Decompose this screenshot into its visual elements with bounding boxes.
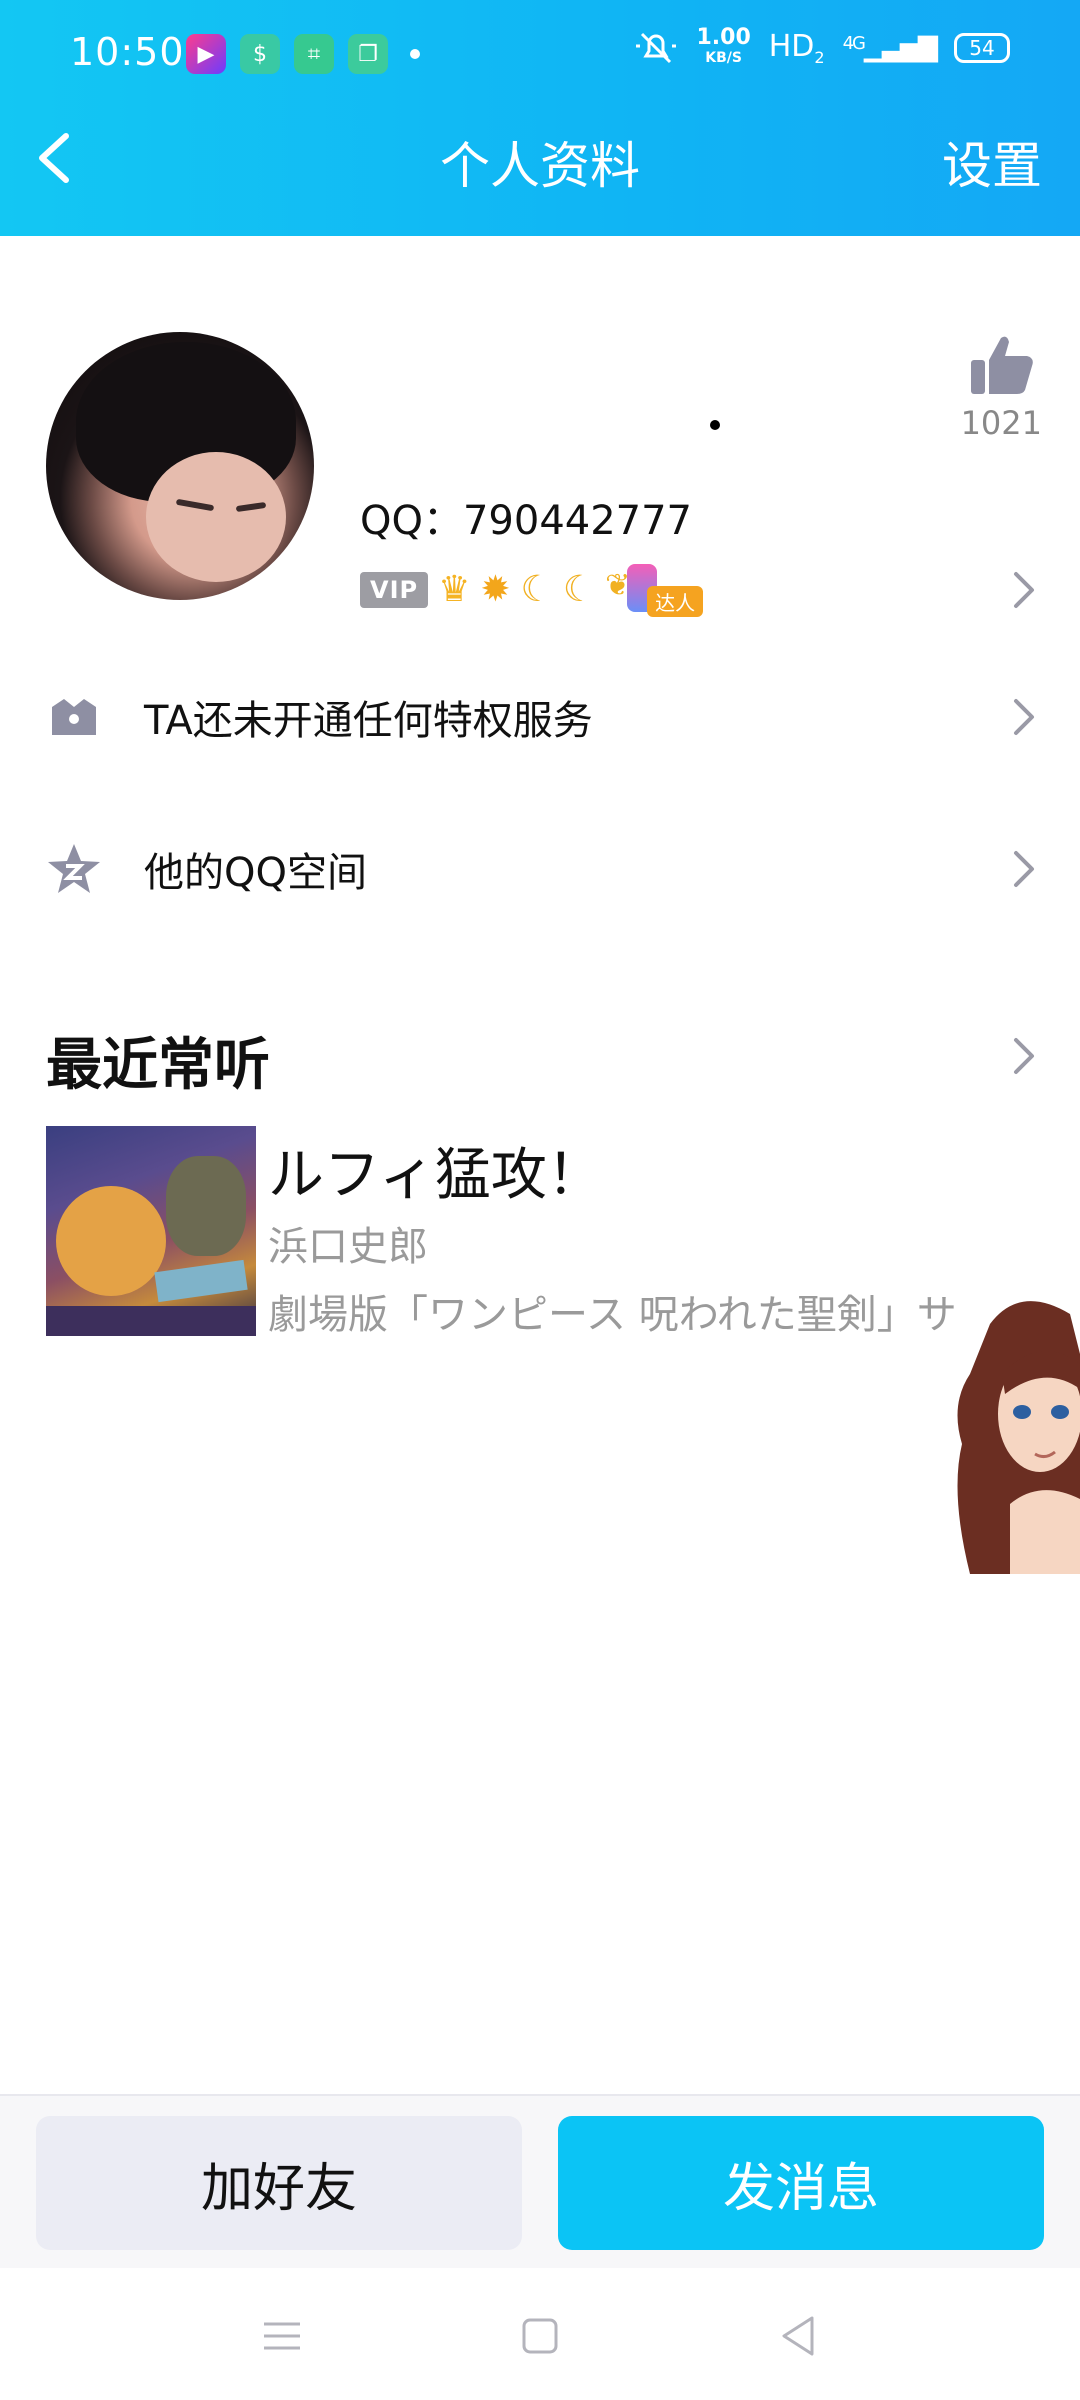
qq-number: QQ：790442777 [360,498,693,544]
crown-shield-icon [46,689,102,745]
chevron-right-icon[interactable] [1008,568,1038,612]
hd-label: HD [768,29,815,64]
moon-icon: ☾ [520,569,553,610]
cover-shape [166,1156,246,1256]
chevron-right-icon [1014,699,1034,735]
settings-button[interactable]: 设置 [942,126,1042,198]
action-bar: 加好友 发消息 [0,2094,1080,2268]
wallet-app-icon: $ [240,34,280,74]
hd-sub: 2 [814,48,825,67]
daren-tag: 达人 [647,586,704,617]
qzone-star-icon [46,841,102,897]
net-speed: 1.00 KB/S [696,25,751,68]
menu-icon[interactable] [254,2308,310,2364]
send-message-button[interactable]: 发消息 [558,2116,1044,2250]
like-button[interactable] [962,332,1042,402]
song-album: 劇場版「ワンピース 呪われた聖剣」サ [268,1292,957,1338]
floating-mascot[interactable] [950,1294,1080,1574]
home-icon[interactable] [512,2308,568,2364]
add-friend-button[interactable]: 加好友 [36,2116,522,2250]
song-title[interactable]: ルフィ猛攻！ [268,1130,603,1211]
back-triangle-icon[interactable] [770,2308,826,2364]
more-notifications-dot [410,49,420,59]
battery-level: 54 [969,36,995,60]
qzone-label: 他的QQ空间 [144,850,367,896]
nickname-dot [710,420,720,430]
song-artist: 浜口史郎 [268,1224,428,1270]
hd-indicator: HD2 [769,29,825,67]
privilege-label: TA还未开通任何特权服务 [144,698,593,744]
like-count: 1021 [960,404,1042,442]
qzone-row[interactable]: 他的QQ空间 [0,814,1080,924]
cards-app-icon: ❐ [348,34,388,74]
sun-icon: ✹ [480,569,511,610]
battery-icon: 54 [954,33,1010,63]
net-speed-value: 1.00 [696,25,751,50]
avatar[interactable] [46,332,314,600]
mute-bell-icon [636,32,677,64]
badge-row[interactable]: VIP ♛ ✹ ☾ ☾ ❦ 达人 [360,564,715,617]
privilege-row[interactable]: TA还未开通任何特权服务 [0,662,1080,772]
thumbs-up-icon [971,336,1033,394]
network-type: 4G [842,33,866,54]
status-time: 10:50 [70,30,185,74]
status-bar: 10:50 ▶ $ ⌗ ❐ 1.00 KB/S HD2 4G▁▃▅▇ 54 [0,0,1080,100]
cover-shape [154,1259,248,1303]
header: 10:50 ▶ $ ⌗ ❐ 1.00 KB/S HD2 4G▁▃▅▇ 54 个人… [0,0,1080,236]
video-app-icon: ▶ [186,34,226,74]
vip-badge: VIP [360,572,429,608]
crown-icon: ♛ [438,569,471,610]
album-cover[interactable] [46,1126,256,1336]
net-speed-unit: KB/S [705,50,742,66]
status-indicators: 1.00 KB/S HD2 4G▁▃▅▇ 54 [634,25,1010,68]
moon-icon: ☾ [562,569,596,610]
cover-shape [56,1186,166,1296]
daren-badge: ❦ 达人 [605,564,715,617]
chevron-right-icon[interactable] [1008,1034,1038,1078]
recent-music-title: 最近常听 [46,1033,270,1098]
grid-app-icon: ⌗ [294,34,334,74]
signal-icon: 4G▁▃▅▇ [842,33,938,63]
cover-shape [46,1306,256,1336]
status-app-icons: ▶ $ ⌗ ❐ [186,34,420,74]
avatar-face [146,452,286,582]
chevron-right-icon [1014,851,1034,887]
system-nav-bar [0,2268,1080,2400]
page-title: 个人资料 [440,137,640,195]
